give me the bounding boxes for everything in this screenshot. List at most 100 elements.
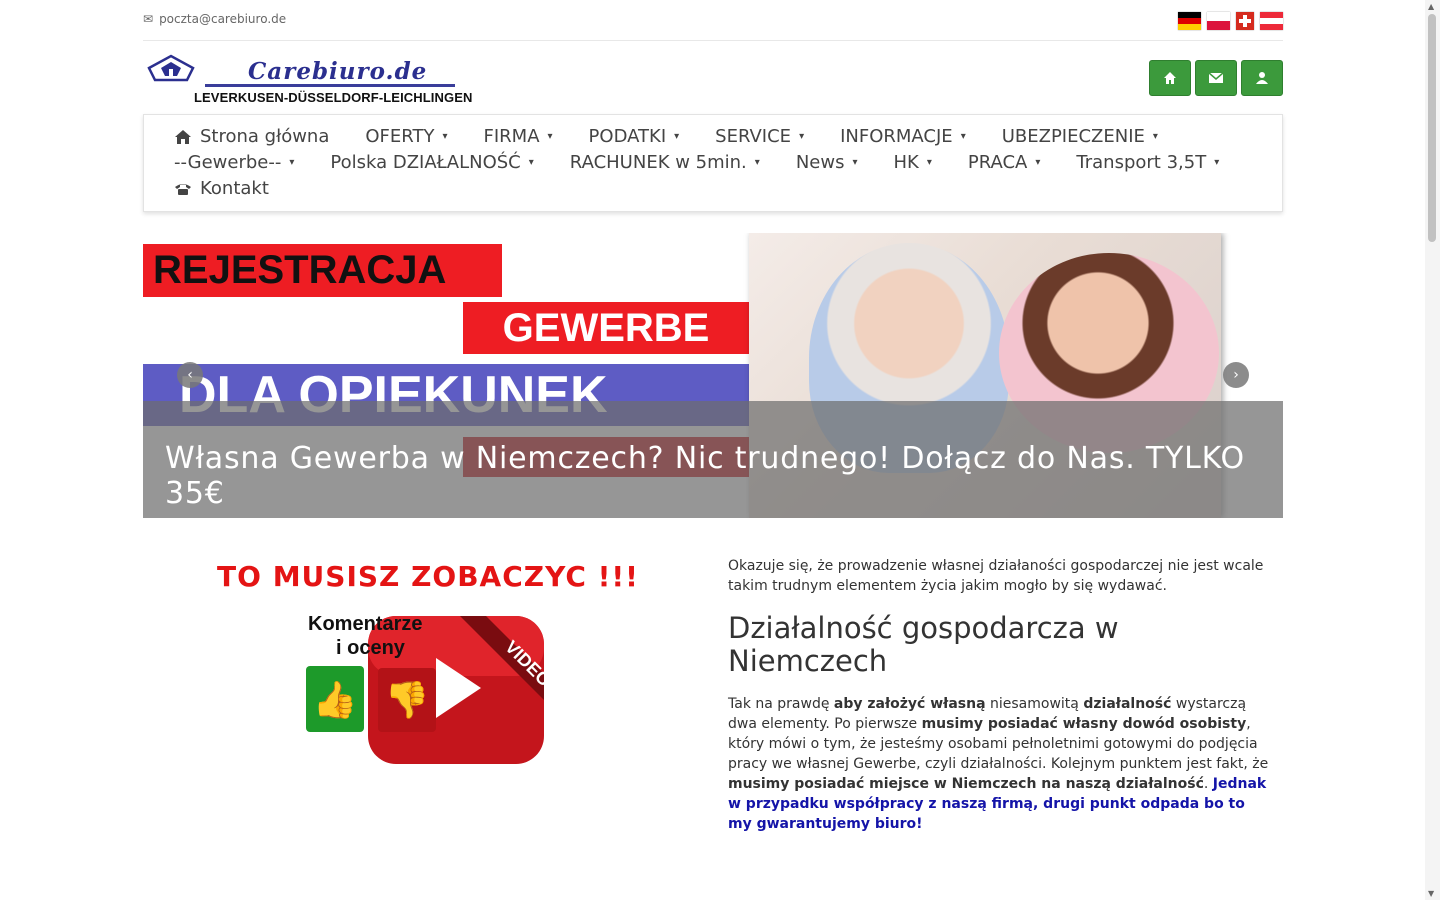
- nav-item-informacje[interactable]: INFORMACJE: [822, 126, 984, 147]
- video-title-line2: i oceny: [336, 637, 406, 659]
- nav-item-rachunek[interactable]: RACHUNEK w 5min.: [552, 152, 778, 173]
- nav-row-2: --Gewerbe-- Polska DZIAŁALNOŚĆ RACHUNEK …: [156, 152, 1237, 173]
- nav-item-oferty[interactable]: OFERTY: [347, 126, 465, 147]
- user-button[interactable]: [1241, 60, 1283, 96]
- chevron-right-icon: ›: [1233, 367, 1239, 383]
- video-title-line1: Komentarze: [308, 613, 422, 635]
- caret-down-icon: [799, 131, 804, 142]
- article-intro: Okazuje się, że prowadzenie własnej dzia…: [728, 558, 1264, 594]
- nav-item-label: --Gewerbe--: [174, 152, 282, 173]
- slide-caption: Własna Gewerba w Niemczech? Nic trudnego…: [143, 401, 1283, 518]
- nav-item-label: INFORMACJE: [840, 126, 953, 147]
- text-bold: musimy posiadać miejsce w Niemczech na n…: [728, 776, 1204, 792]
- nav-item-label: Kontakt: [200, 178, 269, 199]
- nav-item-gewerbe[interactable]: --Gewerbe--: [156, 152, 312, 173]
- nav-item-label: HK: [893, 152, 919, 173]
- main-content: TO MUSISZ ZOBACZYC !!! 👍 👎 VIDEO Komenta…: [143, 540, 1283, 900]
- header-buttons: [1149, 60, 1283, 96]
- page-scrollbar[interactable]: ▲ ▼: [1425, 0, 1440, 900]
- caret-down-icon: [289, 157, 294, 168]
- home-icon: [175, 129, 191, 144]
- flag-switzerland-icon[interactable]: [1236, 12, 1254, 30]
- logo[interactable]: Carebiuro.de LEVERKUSEN-DÜSSELDORF-LEICH…: [143, 48, 473, 108]
- nav-item-label: Strona główna: [200, 126, 330, 147]
- article-heading: Działalność gospodarcza w Niemczech: [728, 611, 1119, 678]
- envelope-icon: ✉: [143, 12, 154, 26]
- language-flags: [1178, 12, 1283, 30]
- thumbs-down-icon: 👎: [385, 680, 430, 721]
- caret-down-icon: [927, 157, 932, 168]
- article-paragraph: Tak na prawdę aby założyć własną niesamo…: [728, 694, 1273, 834]
- logo-title: Carebiuro.de: [248, 58, 428, 85]
- flag-poland-icon[interactable]: [1207, 12, 1230, 30]
- envelope-icon: [1209, 72, 1223, 83]
- caret-down-icon: [529, 157, 534, 168]
- user-icon: [1256, 72, 1268, 84]
- nav-row-3: Kontakt: [156, 178, 287, 199]
- flag-austria-icon[interactable]: [1260, 12, 1283, 30]
- carousel-prev-button[interactable]: ‹: [177, 362, 203, 388]
- banner-gewerbe: GEWERBE: [463, 302, 749, 354]
- thumbs-up-icon: 👍: [313, 679, 358, 721]
- nav-item-kontakt[interactable]: Kontakt: [156, 178, 287, 199]
- chevron-left-icon: ‹: [187, 367, 193, 383]
- slide-caption-text: Własna Gewerba w Niemczech? Nic trudnego…: [165, 441, 1245, 511]
- scroll-down-icon[interactable]: ▼: [1428, 889, 1434, 898]
- video-section: TO MUSISZ ZOBACZYC !!! 👍 👎 VIDEO Komenta…: [143, 540, 713, 764]
- caret-down-icon: [755, 157, 760, 168]
- main-navigation: Strona główna OFERTY FIRMA PODATKI SERVI…: [143, 114, 1283, 212]
- video-thumbnail[interactable]: 👍 👎 VIDEO Komentarze i oceny: [306, 610, 546, 768]
- nav-item-service[interactable]: SERVICE: [697, 126, 822, 147]
- email-contact[interactable]: ✉ poczta@carebiuro.de: [143, 12, 286, 26]
- header: Carebiuro.de LEVERKUSEN-DÜSSELDORF-LEICH…: [143, 48, 1283, 108]
- caret-down-icon: [961, 131, 966, 142]
- nav-item-polska-dzialalnosc[interactable]: Polska DZIAŁALNOŚĆ: [312, 152, 551, 173]
- nav-item-label: Transport 3,5T: [1076, 152, 1207, 173]
- mail-button[interactable]: [1195, 60, 1237, 96]
- logo-house-icon: [147, 54, 195, 82]
- caret-down-icon: [852, 157, 857, 168]
- nav-item-label: OFERTY: [365, 126, 435, 147]
- nav-item-praca[interactable]: PRACA: [950, 152, 1059, 173]
- email-link[interactable]: poczta@carebiuro.de: [159, 12, 286, 26]
- caret-down-icon: [1035, 157, 1040, 168]
- text-segment: .: [1203, 776, 1209, 792]
- text-segment: niesamowitą: [990, 696, 1079, 712]
- nav-row-1: Strona główna OFERTY FIRMA PODATKI SERVI…: [156, 126, 1176, 147]
- article-section: Okazuje się, że prowadzenie własnej dzia…: [728, 556, 1273, 850]
- text-segment: Tak na prawdę: [728, 696, 830, 712]
- logo-subtitle: LEVERKUSEN-DÜSSELDORF-LEICHLINGEN: [194, 90, 473, 105]
- caret-down-icon: [442, 131, 447, 142]
- nav-item-label: FIRMA: [483, 126, 540, 147]
- must-see-heading: TO MUSISZ ZOBACZYC !!!: [217, 560, 639, 593]
- nav-item-podatki[interactable]: PODATKI: [571, 126, 698, 147]
- nav-item-label: PRACA: [967, 152, 1028, 173]
- text-bold: aby założyć własną: [833, 696, 986, 712]
- caret-down-icon: [674, 131, 679, 142]
- nav-item-label: PODATKI: [588, 126, 667, 147]
- text-bold: działalność: [1083, 696, 1172, 712]
- nav-item-news[interactable]: News: [778, 152, 876, 173]
- nav-item-label: RACHUNEK w 5min.: [569, 152, 747, 173]
- scroll-up-icon[interactable]: ▲: [1428, 2, 1434, 11]
- nav-item-label: News: [795, 152, 845, 173]
- nav-item-transport[interactable]: Transport 3,5T: [1058, 152, 1237, 173]
- top-bar: ✉ poczta@carebiuro.de: [143, 0, 1283, 41]
- image-carousel: REJESTRACJA GEWERBE DLA OPIEKUNEK Własna…: [143, 233, 1283, 518]
- home-icon: [1164, 72, 1176, 84]
- nav-item-ubezpieczenie[interactable]: UBEZPIECZENIE: [984, 126, 1176, 147]
- nav-item-hk[interactable]: HK: [875, 152, 949, 173]
- caret-down-icon: [1214, 157, 1219, 168]
- home-button[interactable]: [1149, 60, 1191, 96]
- nav-item-label: Polska DZIAŁALNOŚĆ: [330, 152, 521, 173]
- nav-item-label: UBEZPIECZENIE: [1001, 126, 1145, 147]
- scrollbar-thumb[interactable]: [1428, 14, 1436, 242]
- carousel-next-button[interactable]: ›: [1223, 362, 1249, 388]
- nav-item-label: SERVICE: [715, 126, 792, 147]
- nav-item-home[interactable]: Strona główna: [156, 126, 347, 147]
- nav-item-firma[interactable]: FIRMA: [466, 126, 571, 147]
- phone-icon: [175, 183, 191, 195]
- text-bold: musimy posiadać własny dowód osobisty: [921, 716, 1247, 732]
- logo-underline: [205, 84, 455, 87]
- flag-germany-icon[interactable]: [1178, 12, 1201, 30]
